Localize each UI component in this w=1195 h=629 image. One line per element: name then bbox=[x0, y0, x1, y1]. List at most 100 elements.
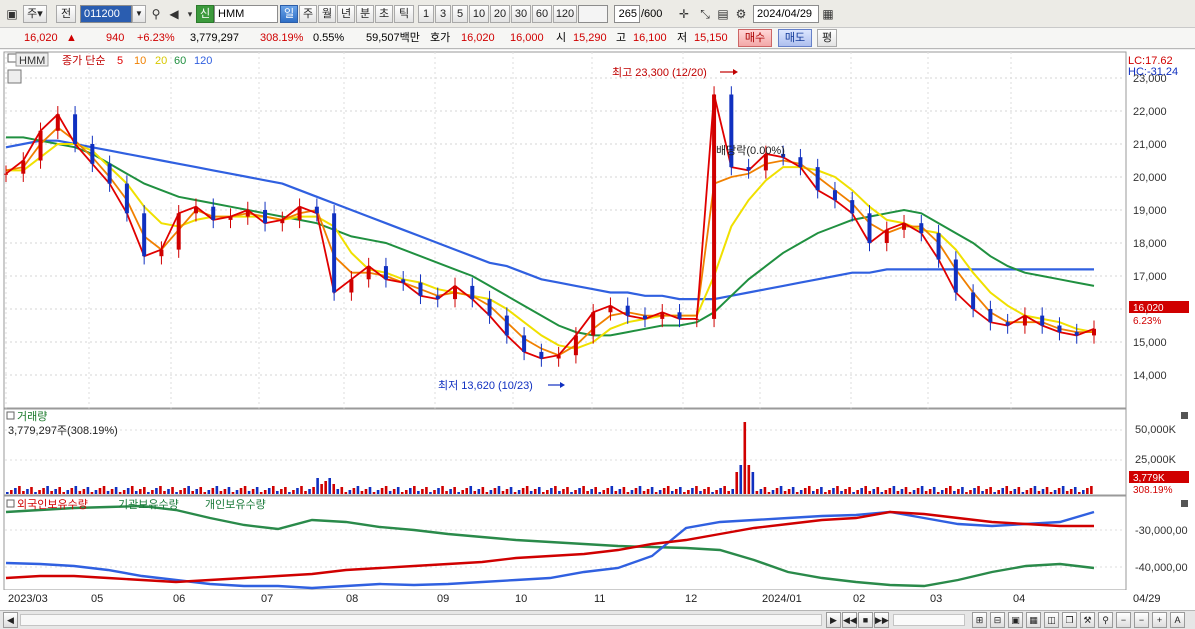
layout-icon[interactable]: ▣ bbox=[1008, 612, 1023, 628]
interval-5-button[interactable]: 5 bbox=[452, 5, 468, 23]
code-dropdown-button[interactable]: ▼ bbox=[132, 5, 146, 23]
zoom-reset-icon[interactable]: − bbox=[1134, 612, 1149, 628]
volume-value: 3,779,297주(308.19%) bbox=[8, 425, 118, 437]
legend-type: 종가 단순 bbox=[62, 54, 106, 67]
volume-bar bbox=[743, 422, 747, 494]
x-tick-label: 07 bbox=[261, 593, 273, 605]
text-size-icon[interactable]: A bbox=[1170, 612, 1185, 628]
speaker-icon[interactable]: ◀ bbox=[166, 6, 182, 22]
volume-bar bbox=[1029, 488, 1033, 494]
volume-bar bbox=[662, 488, 666, 494]
candle-body bbox=[608, 305, 613, 313]
save-icon[interactable]: ▤ bbox=[715, 6, 731, 22]
interval-20-button[interactable]: 20 bbox=[490, 5, 510, 23]
period-tick-button[interactable]: 틱 bbox=[394, 5, 414, 23]
volume-bar bbox=[433, 490, 436, 494]
rewind-icon[interactable]: ◀◀ bbox=[842, 612, 857, 628]
layout-icon[interactable]: ▣ bbox=[4, 6, 20, 22]
quote-bar: 16,020 ▲ 940 +6.23% 3,779,297 308.19% 0.… bbox=[0, 28, 1195, 49]
evaluate-button[interactable]: 평 bbox=[817, 29, 837, 47]
gear-icon[interactable]: ⚙ bbox=[733, 6, 749, 22]
price-now-pct: 6.23% bbox=[1133, 316, 1161, 327]
bar-count-input[interactable]: 265 bbox=[614, 5, 640, 23]
volume-bar bbox=[437, 488, 440, 494]
volume-bar bbox=[296, 488, 299, 494]
interval-120-button[interactable]: 120 bbox=[553, 5, 577, 23]
sell-button[interactable]: 매도 bbox=[778, 29, 812, 47]
crosshair-icon[interactable]: ✛ bbox=[676, 6, 692, 22]
period-week-button[interactable]: 주 bbox=[299, 5, 317, 23]
volume-bar bbox=[243, 486, 247, 494]
buy-button[interactable]: 매수 bbox=[738, 29, 772, 47]
prev-button[interactable]: 전 bbox=[56, 5, 76, 23]
search-icon[interactable]: ⚲ bbox=[148, 6, 164, 22]
table-icon[interactable] bbox=[7, 69, 22, 84]
interval-3-button[interactable]: 3 bbox=[435, 5, 451, 23]
grid-icon[interactable]: ▦ bbox=[1026, 612, 1041, 628]
stock-code-input[interactable]: 011200 bbox=[80, 5, 132, 23]
volume-bar bbox=[658, 490, 662, 494]
close-icon[interactable] bbox=[1181, 500, 1188, 507]
volume-bar bbox=[799, 490, 803, 494]
zoom-out-icon[interactable]: − bbox=[1116, 612, 1131, 628]
volume-bar bbox=[864, 486, 867, 494]
compare-icon[interactable]: ⤡ bbox=[697, 6, 713, 22]
interval-1-button[interactable]: 1 bbox=[418, 5, 434, 23]
horizontal-scrollbar[interactable]: ◀ ▶ ◀◀ ■ ▶▶ ⊞ ⊟ ▣ ▦ ◫ ❐ ⚒ ⚲ − − + A bbox=[0, 610, 1195, 629]
interval-custom-field[interactable] bbox=[578, 5, 608, 23]
volume-bar bbox=[517, 490, 521, 494]
volume-bar bbox=[775, 488, 779, 494]
interval-30-button[interactable]: 30 bbox=[511, 5, 531, 23]
scroll-left-button[interactable]: ◀ bbox=[3, 612, 18, 628]
volume-bar bbox=[940, 490, 944, 494]
volume-title: 거래량 bbox=[17, 410, 47, 423]
interval-10-button[interactable]: 10 bbox=[469, 5, 489, 23]
price-now-value: 16,020 bbox=[1133, 303, 1164, 314]
copy-icon[interactable]: ❐ bbox=[1062, 612, 1077, 628]
period-year-button[interactable]: 년 bbox=[337, 5, 355, 23]
legend-ma120: 120 bbox=[194, 55, 212, 67]
volume-bar bbox=[731, 489, 734, 494]
chart-area[interactable]: 23,000 22,000 21,000 20,000 19,000 18,000 17,0… bbox=[0, 50, 1195, 610]
period-second-button[interactable]: 초 bbox=[375, 5, 393, 23]
volume-bar bbox=[421, 489, 424, 494]
scroll-right-button[interactable]: ▶ bbox=[826, 612, 841, 628]
calendar-icon[interactable]: ▦ bbox=[820, 6, 836, 22]
volume-bar bbox=[143, 487, 146, 494]
period-minute-button[interactable]: 분 bbox=[356, 5, 374, 23]
close-icon[interactable] bbox=[1181, 412, 1188, 419]
volume-bar bbox=[50, 491, 53, 494]
volume-bar bbox=[993, 492, 996, 494]
volume-bar bbox=[509, 487, 513, 494]
candle-body bbox=[453, 285, 458, 300]
forward-icon[interactable]: ▶▶ bbox=[874, 612, 889, 628]
zoom-box-icon[interactable]: ⊟ bbox=[990, 612, 1005, 628]
stock-name-field[interactable]: HMM bbox=[214, 5, 278, 23]
period-toggle-button[interactable]: 주▾ bbox=[23, 5, 47, 23]
volume-bar bbox=[98, 488, 102, 494]
tools-icon[interactable]: ⚒ bbox=[1080, 612, 1095, 628]
candle-body bbox=[1022, 315, 1027, 326]
search-icon[interactable]: ⚲ bbox=[1098, 612, 1113, 628]
zoom-in-icon[interactable]: + bbox=[1152, 612, 1167, 628]
interval-60-button[interactable]: 60 bbox=[532, 5, 552, 23]
volume-bar bbox=[1086, 488, 1089, 494]
period-day-button[interactable]: 일 bbox=[280, 5, 298, 23]
stop-icon[interactable]: ■ bbox=[858, 612, 873, 628]
high-annotation: 최고 23,300 (12/20) bbox=[612, 66, 707, 79]
volume-axis-50000: 50,000K bbox=[1135, 424, 1177, 436]
candle-body bbox=[1005, 322, 1010, 326]
zoom-fit-icon[interactable]: ⊞ bbox=[972, 612, 987, 628]
period-month-button[interactable]: 월 bbox=[318, 5, 336, 23]
date-input[interactable]: 2024/04/29 bbox=[753, 5, 819, 23]
volume-bar bbox=[191, 491, 194, 494]
window-icon[interactable]: ◫ bbox=[1044, 612, 1059, 628]
speed-slider[interactable] bbox=[893, 614, 965, 626]
volume-bar bbox=[638, 486, 642, 494]
scroll-track[interactable] bbox=[20, 614, 822, 626]
volume-bar bbox=[368, 487, 372, 494]
chart-svg[interactable]: 23,00022,00021,00020,00019,00018,00017,0… bbox=[0, 50, 1195, 610]
low-label: 저 bbox=[677, 32, 688, 44]
x-tick-label: 05 bbox=[91, 593, 103, 605]
hc-label: HC:-31.24 bbox=[1128, 66, 1178, 78]
